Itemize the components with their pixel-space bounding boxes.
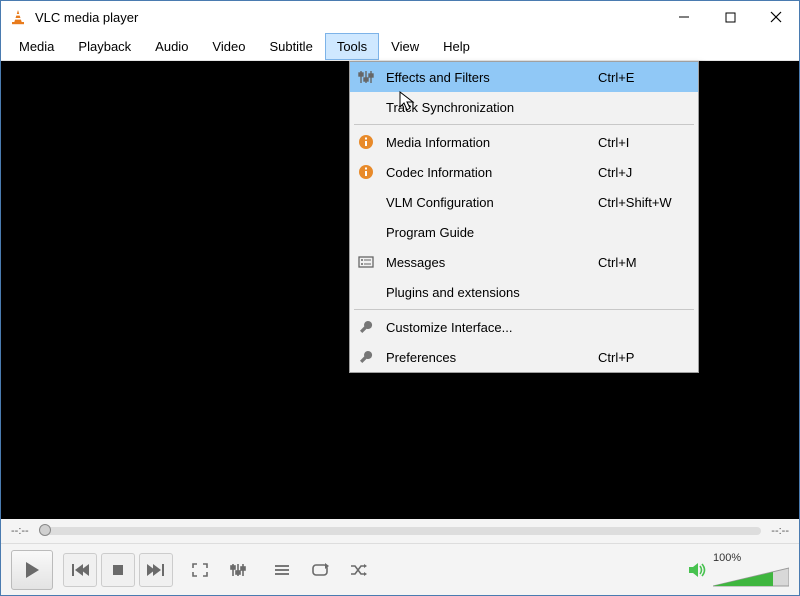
play-button[interactable] <box>11 550 53 590</box>
minimize-button[interactable] <box>661 1 707 33</box>
menuitem-shortcut: Ctrl+J <box>598 165 688 180</box>
menuitem-preferences[interactable]: PreferencesCtrl+P <box>350 342 698 372</box>
fullscreen-button[interactable] <box>183 553 217 587</box>
blank-icon <box>356 97 376 117</box>
next-button[interactable] <box>139 553 173 587</box>
menuitem-plugins-and-extensions[interactable]: Plugins and extensions <box>350 277 698 307</box>
menuitem-label: Codec Information <box>386 165 598 180</box>
tools-menu-dropdown: Effects and FiltersCtrl+ETrack Synchroni… <box>349 61 699 373</box>
extended-settings-button[interactable] <box>221 553 255 587</box>
speaker-icon[interactable] <box>687 561 707 579</box>
menuitem-label: Plugins and extensions <box>386 285 598 300</box>
menu-separator <box>354 124 694 125</box>
wrench-icon <box>356 347 376 367</box>
time-remaining: --:-- <box>771 525 789 537</box>
menu-separator <box>354 309 694 310</box>
menuitem-label: VLM Configuration <box>386 195 598 210</box>
seek-knob[interactable] <box>39 524 51 536</box>
vlc-window: VLC media player MediaPlaybackAudioVideo… <box>0 0 800 596</box>
view-group <box>183 553 255 587</box>
maximize-button[interactable] <box>707 1 753 33</box>
info-icon <box>356 162 376 182</box>
menuitem-shortcut: Ctrl+I <box>598 135 688 150</box>
mouse-cursor-icon <box>398 90 416 112</box>
blank-icon <box>356 192 376 212</box>
menuitem-shortcut: Ctrl+E <box>598 70 688 85</box>
window-title: VLC media player <box>35 10 661 25</box>
menuitem-label: Media Information <box>386 135 598 150</box>
menuitem-shortcut: Ctrl+P <box>598 350 688 365</box>
control-bar: 100% <box>1 543 799 595</box>
sliders-icon <box>356 67 376 87</box>
close-button[interactable] <box>753 1 799 33</box>
menuitem-media-information[interactable]: Media InformationCtrl+I <box>350 127 698 157</box>
menu-tools[interactable]: Tools <box>325 33 379 60</box>
playlist-button[interactable] <box>265 553 299 587</box>
vlc-cone-icon <box>9 8 27 26</box>
menuitem-effects-and-filters[interactable]: Effects and FiltersCtrl+E <box>350 62 698 92</box>
info-icon <box>356 132 376 152</box>
menuitem-codec-information[interactable]: Codec InformationCtrl+J <box>350 157 698 187</box>
messages-icon <box>356 252 376 272</box>
menu-subtitle[interactable]: Subtitle <box>257 33 324 60</box>
window-buttons <box>661 1 799 33</box>
loop-button[interactable] <box>303 553 337 587</box>
volume-slider[interactable] <box>713 566 789 588</box>
blank-icon <box>356 282 376 302</box>
seek-slider[interactable] <box>39 527 762 535</box>
menuitem-shortcut: Ctrl+Shift+W <box>598 195 688 210</box>
menu-bar: MediaPlaybackAudioVideoSubtitleToolsView… <box>1 33 799 61</box>
playlist-group <box>265 553 375 587</box>
menuitem-label: Preferences <box>386 350 598 365</box>
menu-audio[interactable]: Audio <box>143 33 200 60</box>
menuitem-label: Track Synchronization <box>386 100 598 115</box>
menu-view[interactable]: View <box>379 33 431 60</box>
menuitem-label: Program Guide <box>386 225 598 240</box>
menuitem-shortcut: Ctrl+M <box>598 255 688 270</box>
stop-button[interactable] <box>101 553 135 587</box>
menu-media[interactable]: Media <box>7 33 66 60</box>
menuitem-customize-interface[interactable]: Customize Interface... <box>350 312 698 342</box>
title-bar: VLC media player <box>1 1 799 33</box>
playback-group <box>63 553 173 587</box>
menu-playback[interactable]: Playback <box>66 33 143 60</box>
menuitem-label: Customize Interface... <box>386 320 598 335</box>
previous-button[interactable] <box>63 553 97 587</box>
menu-video[interactable]: Video <box>200 33 257 60</box>
volume-percent: 100% <box>713 552 789 564</box>
menu-help[interactable]: Help <box>431 33 482 60</box>
menuitem-messages[interactable]: MessagesCtrl+M <box>350 247 698 277</box>
menuitem-label: Messages <box>386 255 598 270</box>
shuffle-button[interactable] <box>341 553 375 587</box>
wrench-icon <box>356 317 376 337</box>
blank-icon <box>356 222 376 242</box>
volume-control: 100% <box>687 552 789 588</box>
time-bar: --:-- --:-- <box>1 519 799 543</box>
menuitem-vlm-configuration[interactable]: VLM ConfigurationCtrl+Shift+W <box>350 187 698 217</box>
volume-wrap: 100% <box>713 552 789 588</box>
menuitem-program-guide[interactable]: Program Guide <box>350 217 698 247</box>
time-elapsed: --:-- <box>11 525 29 537</box>
menuitem-label: Effects and Filters <box>386 70 598 85</box>
video-area[interactable]: Effects and FiltersCtrl+ETrack Synchroni… <box>1 61 799 519</box>
